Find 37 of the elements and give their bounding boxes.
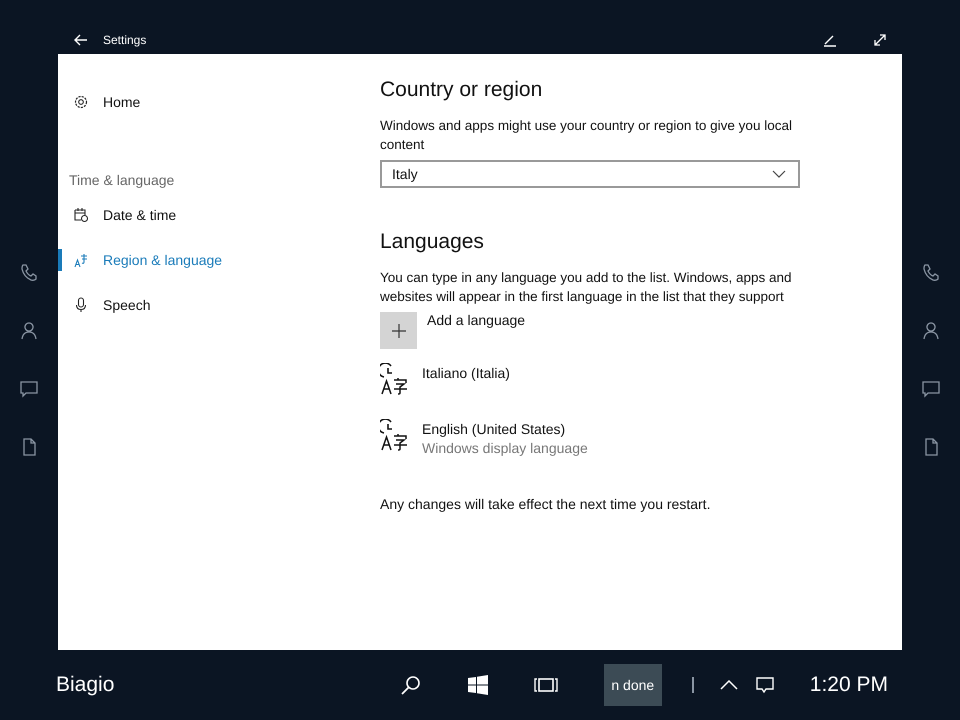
plus-icon (390, 322, 406, 338)
language-detail: Windows display language (422, 440, 588, 456)
back-icon[interactable] (74, 34, 88, 46)
language-icon (73, 252, 89, 268)
microphone-icon (73, 296, 89, 312)
restart-note: Any changes will take effect the next time you restart. (380, 495, 712, 514)
home-link[interactable]: Home (103, 94, 140, 110)
language-icon (380, 419, 410, 451)
nav-item[interactable]: Date & time (103, 206, 176, 222)
search-icon[interactable] (400, 674, 422, 696)
windows-logo-icon[interactable] (468, 675, 488, 695)
language-item[interactable]: English (United States) Windows display language (380, 421, 810, 461)
language-name: Italiano (Italia) (422, 365, 510, 381)
task-view-icon[interactable] (534, 677, 558, 693)
language-name: English (United States) (422, 421, 566, 437)
section-heading: Time & language (68, 171, 176, 190)
section-title: Country or region (380, 78, 544, 102)
language-icon (380, 363, 410, 395)
add-language-label[interactable]: Add a language (427, 312, 526, 328)
clock[interactable]: 1:20 PM (810, 673, 888, 697)
language-item[interactable]: Italiano (Italia) (380, 365, 810, 405)
settings-icon (73, 94, 89, 110)
description-text: You can type in any language you add to the list. Windows, apps and websites will appear in the first language in the list that they support (380, 269, 793, 306)
country-dropdown[interactable]: Italy (380, 160, 800, 188)
user-name[interactable]: Biagio (56, 673, 114, 697)
pen-icon[interactable] (823, 32, 837, 46)
window-title: Settings (103, 32, 146, 46)
chevron-up-icon[interactable] (720, 680, 738, 690)
section-title: Languages (380, 230, 485, 254)
chevron-icon (772, 170, 786, 178)
notification-item[interactable]: n done (604, 664, 662, 706)
action-center-icon[interactable] (756, 676, 774, 694)
description-text: Windows and apps might use your country or region to give you local content (380, 117, 793, 154)
expand-icon[interactable] (874, 34, 886, 46)
nav-item[interactable]: Region & language (103, 252, 222, 268)
calendar-icon (73, 206, 89, 222)
nav-item[interactable]: Speech (103, 296, 150, 312)
